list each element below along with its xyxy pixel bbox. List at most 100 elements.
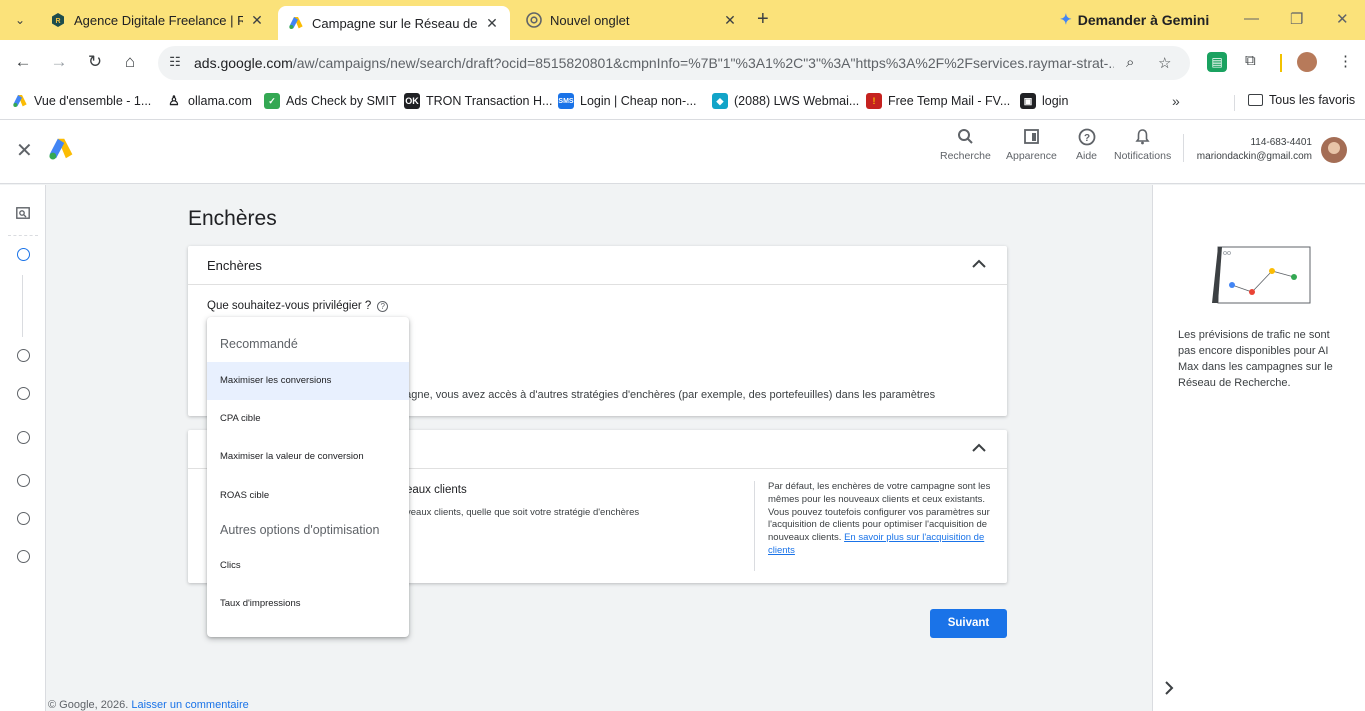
back-arrow-icon[interactable]: ← (12, 52, 34, 72)
option-impression-share[interactable]: Taux d'impressions (207, 585, 409, 623)
url-text[interactable]: ads.google.com/aw/campaigns/new/search/d… (194, 55, 1114, 71)
zoom-search-icon[interactable]: ⌕ (1126, 54, 1134, 71)
account-avatar[interactable] (1321, 137, 1347, 163)
feedback-link[interactable]: Laisser un commentaire (131, 699, 248, 711)
question-label: Que souhaitez-vous privilégier ? (207, 300, 372, 312)
bookmark-item[interactable]: Vue d'ensemble - 1... (12, 93, 151, 109)
acquisition-option-subtitle: veaux clients, quelle que soit votre str… (406, 507, 640, 518)
page-title: Enchères (188, 207, 277, 230)
bookmark-item[interactable]: ! Free Temp Mail - FV... (866, 93, 1010, 109)
appearance-button[interactable]: Apparence (1006, 128, 1057, 162)
forecast-unavailable-text: Les prévisions de trafic ne sont pas enc… (1178, 329, 1333, 389)
tab-close-icon[interactable]: ✕ (484, 15, 500, 32)
bookmark-item[interactable]: ✓ Ads Check by SMIT (264, 93, 396, 109)
chevron-up-icon[interactable] (971, 440, 987, 456)
temp-mail-icon: ! (866, 93, 882, 109)
search-icon (957, 128, 974, 150)
home-icon[interactable]: ⌂ (119, 52, 141, 72)
bookmark-label: ollama.com (188, 94, 252, 108)
option-target-cpa[interactable]: CPA cible (207, 400, 409, 438)
tab-campagne[interactable]: Campagne sur le Réseau de Rech ✕ (278, 6, 510, 40)
help-icon: ? (1078, 128, 1096, 150)
forecast-chart-illustration (1208, 245, 1313, 307)
help-circle-icon[interactable]: ? (377, 300, 389, 312)
rail-separator (8, 235, 38, 236)
bidding-card-header[interactable]: Enchères (188, 246, 1007, 285)
reload-icon[interactable]: ↻ (84, 52, 106, 72)
profile-avatar[interactable] (1297, 52, 1317, 72)
bookmark-label: Vue d'ensemble - 1... (34, 94, 152, 108)
google-ads-favicon-icon (288, 15, 304, 31)
account-id: 114-683-4401 (1250, 137, 1312, 148)
new-tab-plus-icon[interactable]: + (757, 9, 769, 29)
footer-copyright: © Google, 2026. (48, 699, 129, 711)
step-5[interactable] (17, 474, 30, 487)
bookmark-label: (2088) LWS Webmai... (734, 94, 860, 108)
chrome-favicon-icon (526, 12, 542, 28)
tab-close-icon[interactable]: ✕ (249, 12, 265, 29)
appearance-label: Apparence (1006, 150, 1057, 162)
next-button[interactable]: Suivant (930, 609, 1007, 638)
raymar-favicon-icon: R (50, 12, 66, 28)
tab-agence[interactable]: R Agence Digitale Freelance | Raym ✕ (40, 6, 275, 34)
close-icon[interactable]: ✕ (16, 138, 33, 163)
bookmark-star-icon[interactable]: ☆ (1158, 54, 1171, 72)
bookmark-label: TRON Transaction H... (426, 94, 553, 108)
help-button[interactable]: ? Aide (1076, 128, 1097, 162)
step-4[interactable] (17, 431, 30, 444)
gemini-label: Demander à Gemini (1077, 11, 1210, 28)
bookmark-item[interactable]: SMS Login | Cheap non-... (558, 93, 697, 109)
site-info-icon[interactable]: ☷ (166, 54, 184, 72)
option-clicks[interactable]: Clics (207, 547, 409, 585)
notifications-button[interactable]: Notifications (1114, 128, 1171, 162)
all-bookmarks[interactable]: Tous les favoris (1248, 93, 1355, 107)
bookmarks-overflow-icon[interactable]: » (1172, 93, 1180, 109)
option-maximize-conversion-value[interactable]: Maximiser la valeur de conversion (207, 438, 409, 476)
step-3[interactable] (17, 387, 30, 400)
tab-title: Agence Digitale Freelance | Raym (74, 12, 243, 28)
bookmark-item[interactable]: ♙ ollama.com (166, 93, 252, 109)
account-info[interactable]: 114-683-4401 mariondackin@gmail.com (1192, 136, 1312, 164)
menu-kebab-icon[interactable]: ⋮ (1338, 52, 1353, 70)
bookmark-item[interactable]: ▣ login (1020, 93, 1068, 109)
step-bidding[interactable] (17, 248, 30, 261)
tab-strip: ⌄ R Agence Digitale Freelance | Raym ✕ C… (0, 0, 1365, 40)
google-ads-logo (48, 136, 74, 162)
forecast-panel: Les prévisions de trafic ne sont pas enc… (1152, 185, 1365, 711)
tab-search-dropdown-icon[interactable]: ⌄ (8, 8, 32, 32)
forward-arrow-icon[interactable]: → (48, 52, 70, 72)
url-host: ads.google.com (194, 55, 293, 71)
option-target-roas[interactable]: ROAS cible (207, 477, 409, 515)
help-label: Aide (1076, 150, 1098, 162)
bookmark-label: Login | Cheap non-... (580, 94, 697, 108)
address-bar[interactable]: ☷ ads.google.com/aw/campaigns/new/search… (158, 46, 1190, 80)
tab-title: Nouvel onglet (550, 12, 630, 28)
minimize-icon[interactable]: — (1244, 10, 1259, 27)
chevron-up-icon[interactable] (971, 256, 987, 272)
step-6[interactable] (17, 512, 30, 525)
folder-icon (1248, 94, 1263, 106)
extension-green-icon[interactable]: ▤ (1207, 52, 1227, 72)
bookmark-item[interactable]: ◆ (2088) LWS Webmai... (712, 93, 859, 109)
oklink-icon: OK (404, 93, 420, 109)
search-button[interactable]: Recherche (940, 128, 991, 162)
tab-nouvel-onglet[interactable]: Nouvel onglet ✕ (516, 6, 748, 34)
step-2[interactable] (17, 349, 30, 362)
bookmarks-separator (1234, 95, 1235, 111)
ollama-icon: ♙ (168, 93, 180, 108)
gemini-sparkle-icon: ✦ (1060, 11, 1072, 27)
window-close-icon[interactable]: ✕ (1336, 10, 1349, 28)
restore-icon[interactable]: ❐ (1290, 10, 1303, 28)
svg-text:R: R (55, 18, 60, 25)
step-7[interactable] (17, 550, 30, 563)
tab-close-icon[interactable]: ✕ (722, 12, 738, 29)
bidding-focus-question: Que souhaitez-vous privilégier ? ? (207, 300, 389, 312)
bookmark-item[interactable]: OK TRON Transaction H... (404, 93, 552, 109)
ads-header: ✕ Recherche Apparence ? Aide Notificatio… (0, 120, 1365, 184)
header-divider (1183, 134, 1184, 162)
option-maximize-conversions[interactable]: Maximiser les conversions (207, 362, 409, 400)
campaign-preview-icon[interactable] (16, 207, 30, 222)
chevron-right-icon[interactable] (1163, 681, 1175, 700)
gemini-button[interactable]: ✦ Demander à Gemini (1060, 11, 1209, 28)
extensions-puzzle-icon[interactable]: ⧉ (1245, 52, 1256, 69)
